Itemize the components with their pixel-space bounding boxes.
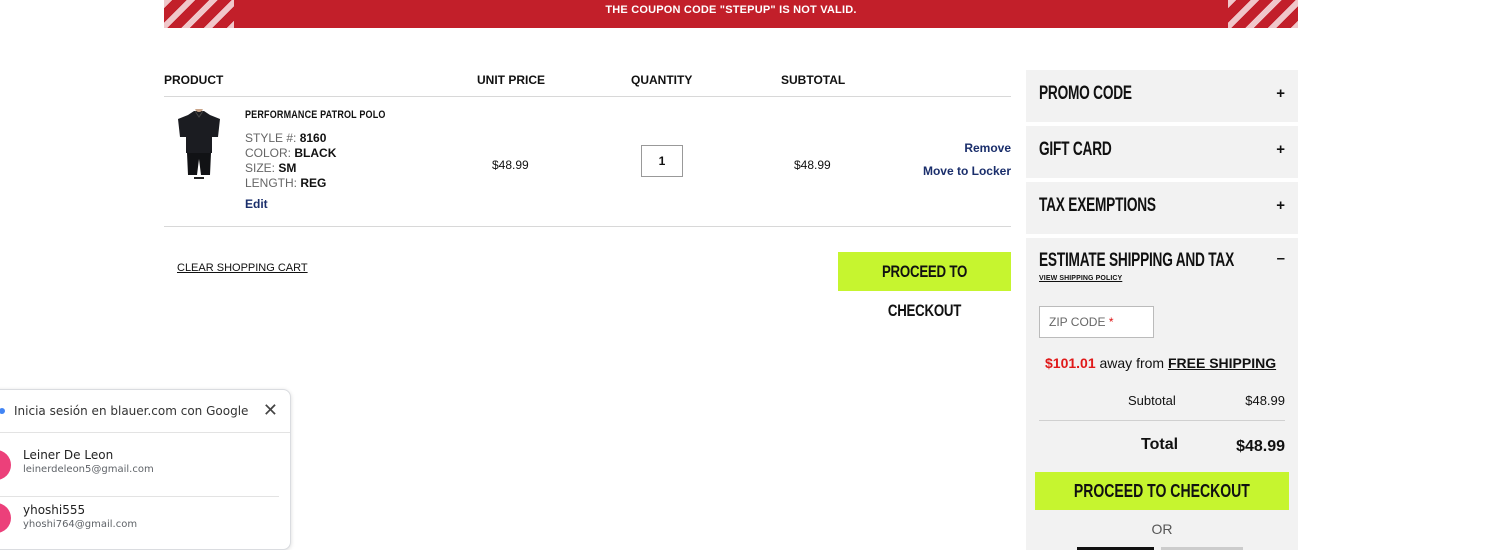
header-product: PRODUCT bbox=[164, 73, 224, 87]
promo-code-accordion[interactable]: PROMO CODE + bbox=[1026, 70, 1298, 122]
product-size: SIZE: SM bbox=[245, 161, 296, 175]
avatar: Y bbox=[0, 503, 11, 533]
close-icon[interactable]: ✕ bbox=[263, 401, 278, 419]
expand-icon: + bbox=[1276, 197, 1285, 214]
free-shipping-text: away from bbox=[1095, 355, 1168, 371]
header-unit-price: UNIT PRICE bbox=[477, 73, 546, 87]
expand-icon: + bbox=[1276, 85, 1285, 102]
sidebar-checkout-label: PROCEED TO CHECKOUT bbox=[1073, 481, 1251, 501]
account-email: leinerdeleon5@gmail.com bbox=[23, 464, 154, 475]
size-label: SIZE: bbox=[245, 161, 276, 175]
total-value: $48.99 bbox=[1236, 438, 1285, 455]
tax-exemptions-accordion[interactable]: TAX EXEMPTIONS + bbox=[1026, 182, 1298, 234]
cart-table: PRODUCT UNIT PRICE QUANTITY SUBTOTAL PER… bbox=[164, 60, 1011, 227]
account-name: yhoshi555 bbox=[23, 503, 86, 517]
length-label: LENGTH: bbox=[245, 176, 298, 190]
account-email: yhoshi764@gmail.com bbox=[23, 519, 138, 530]
style-value: 8160 bbox=[299, 131, 327, 145]
subtotal-value: $48.99 bbox=[1245, 393, 1285, 408]
gift-card-accordion[interactable]: GIFT CARD + bbox=[1026, 126, 1298, 178]
edit-item-link[interactable]: Edit bbox=[245, 197, 268, 211]
clear-cart-link[interactable]: CLEAR SHOPPING CART bbox=[177, 262, 308, 274]
free-shipping-link[interactable]: FREE SHIPPING bbox=[1168, 355, 1276, 371]
zip-placeholder: ZIP CODE bbox=[1049, 315, 1106, 329]
collapse-icon[interactable]: – bbox=[1277, 250, 1285, 267]
google-signin-popup: Inicia sesión en blauer.com con Google ✕… bbox=[0, 389, 291, 550]
coupon-error-message: THE COUPON CODE "STEPUP" IS NOT VALID. bbox=[605, 4, 857, 16]
size-value: SM bbox=[278, 161, 297, 175]
avatar: L bbox=[0, 450, 11, 480]
total-label: Total bbox=[1141, 436, 1179, 453]
style-label: STYLE #: bbox=[245, 131, 297, 145]
product-style: STYLE #: 8160 bbox=[245, 131, 326, 145]
google-account-option[interactable]: Y yhoshi555 yhoshi764@gmail.com bbox=[0, 496, 279, 546]
subtotal-label: Subtotal bbox=[1128, 393, 1176, 408]
google-account-option[interactable]: L Leiner De Leon leinerdeleon5@gmail.com bbox=[0, 444, 279, 494]
subtotal-line: Subtotal $48.99 bbox=[1039, 393, 1285, 421]
color-label: COLOR: bbox=[245, 146, 292, 160]
product-name[interactable]: PERFORMANCE PATROL POLO bbox=[245, 109, 386, 121]
sidebar-checkout-button[interactable]: PROCEED TO CHECKOUT bbox=[1035, 472, 1289, 510]
google-logo-icon bbox=[0, 408, 5, 414]
product-thumbnail[interactable] bbox=[174, 109, 224, 179]
shipping-policy-link[interactable]: VIEW SHIPPING POLICY bbox=[1039, 275, 1122, 282]
length-value: REG bbox=[300, 176, 327, 190]
gift-card-title: GIFT CARD bbox=[1039, 139, 1112, 160]
remove-item-link[interactable]: Remove bbox=[964, 141, 1011, 155]
checkout-button-label: PROCEED TO CHECKOUT bbox=[881, 262, 968, 320]
estimate-shipping-title[interactable]: ESTIMATE SHIPPING AND TAX bbox=[1039, 250, 1234, 272]
unit-price: $48.99 bbox=[492, 158, 529, 172]
order-summary-sidebar: PROMO CODE + GIFT CARD + TAX EXEMPTIONS … bbox=[1026, 70, 1298, 550]
or-divider: OR bbox=[1151, 521, 1173, 537]
coupon-error-banner: THE COUPON CODE "STEPUP" IS NOT VALID. bbox=[164, 0, 1298, 28]
header-subtotal: SUBTOTAL bbox=[781, 73, 846, 87]
color-value: BLACK bbox=[294, 146, 337, 160]
estimate-shipping-panel: ESTIMATE SHIPPING AND TAX – VIEW SHIPPIN… bbox=[1026, 238, 1298, 550]
product-length: LENGTH: REG bbox=[245, 176, 326, 190]
promo-code-title: PROMO CODE bbox=[1039, 83, 1132, 104]
tax-exemptions-title: TAX EXEMPTIONS bbox=[1039, 195, 1156, 216]
cart-header-row: PRODUCT UNIT PRICE QUANTITY SUBTOTAL bbox=[164, 60, 1011, 97]
account-name: Leiner De Leon bbox=[23, 448, 114, 462]
header-quantity: QUANTITY bbox=[631, 73, 693, 87]
move-to-locker-link[interactable]: Move to Locker bbox=[923, 164, 1011, 178]
google-popup-title: Inicia sesión en blauer.com con Google bbox=[14, 404, 249, 418]
zip-code-input[interactable]: ZIP CODE * bbox=[1039, 306, 1154, 338]
expand-icon: + bbox=[1276, 141, 1285, 158]
free-shipping-amount: $101.01 bbox=[1045, 355, 1096, 371]
required-marker: * bbox=[1108, 315, 1114, 329]
free-shipping-message: $101.01 away from FREE SHIPPING bbox=[1045, 355, 1276, 371]
item-subtotal: $48.99 bbox=[794, 158, 831, 172]
product-color: COLOR: BLACK bbox=[245, 146, 336, 160]
quantity-input[interactable]: 1 bbox=[641, 145, 683, 177]
cart-item-row: PERFORMANCE PATROL POLO STYLE #: 8160 CO… bbox=[164, 97, 1011, 227]
popup-divider bbox=[0, 432, 290, 433]
proceed-to-checkout-button[interactable]: PROCEED TO CHECKOUT bbox=[838, 252, 1011, 320]
